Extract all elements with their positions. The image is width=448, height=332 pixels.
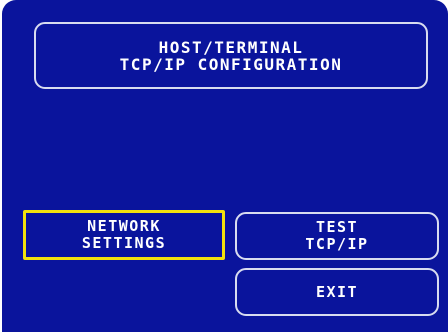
exit-label: EXIT [315, 282, 359, 301]
screen-title-line-1: HOST/TERMINAL [158, 37, 304, 57]
network-settings-label-line-1: NETWORK [87, 217, 161, 235]
screen-title-line-2: TCP/IP CONFIGURATION [119, 54, 343, 74]
network-settings-label-line-2: SETTINGS [81, 234, 167, 252]
test-tcpip-label-line-2: TCP/IP [305, 235, 369, 253]
test-tcpip-label-line-1: TEST [315, 218, 359, 236]
test-tcpip-button[interactable]: TEST TCP/IP [235, 212, 439, 260]
atm-screen: HOST/TERMINAL TCP/IP CONFIGURATION NETWO… [2, 0, 448, 332]
network-settings-button[interactable]: NETWORK SETTINGS [23, 210, 225, 260]
screen-title-box: HOST/TERMINAL TCP/IP CONFIGURATION [34, 22, 428, 89]
exit-button[interactable]: EXIT [235, 268, 439, 316]
